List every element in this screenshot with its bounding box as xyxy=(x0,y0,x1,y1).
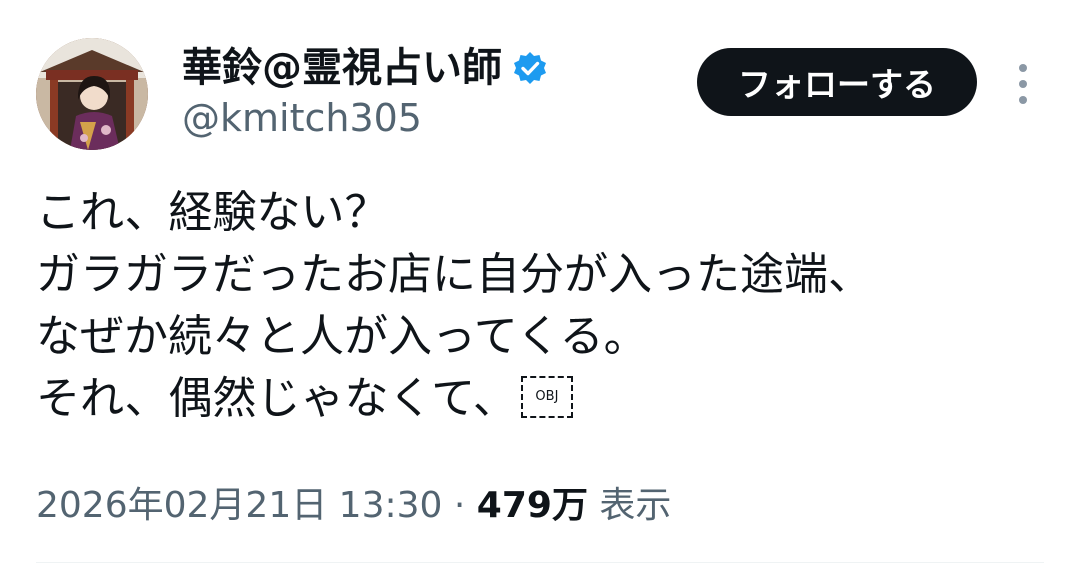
meta-separator: · xyxy=(453,485,466,526)
view-label: 表示 xyxy=(599,485,672,526)
tweet-text: これ、経験ない？ ガラガラだったお店に自分が入った途端、 なぜか続々と人が入って… xyxy=(36,182,1046,430)
author-display-name[interactable]: 華鈴@霊視占い師 xyxy=(182,44,502,92)
more-dot xyxy=(1019,80,1027,88)
tweet-line-last: それ、偶然じゃなくて、 OBJ xyxy=(36,368,1046,430)
avatar-image xyxy=(36,38,148,150)
divider xyxy=(36,562,1044,563)
follow-button[interactable]: フォローする xyxy=(697,48,977,116)
verified-badge-icon xyxy=(514,52,546,84)
tweet-timestamp[interactable]: 2026年02月21日 13:30 xyxy=(36,485,442,526)
tweet-line: これ、経験ない？ xyxy=(36,187,389,238)
view-count: 479万 xyxy=(476,485,588,526)
object-replacement-glyph: OBJ xyxy=(520,376,573,418)
avatar[interactable] xyxy=(36,38,148,150)
author-handle[interactable]: @kmitch305 xyxy=(182,96,422,140)
more-dot xyxy=(1019,96,1027,104)
more-dot xyxy=(1019,64,1027,72)
tweet-card: 華鈴@霊視占い師 @kmitch305 フォローする これ、経験ない？ ガラガラ… xyxy=(0,0,1080,576)
tweet-line-text: それ、偶然じゃなくて、 xyxy=(36,373,517,424)
more-vertical-icon[interactable] xyxy=(1006,60,1040,108)
tweet-line: ガラガラだったお店に自分が入った途端、 xyxy=(36,249,872,300)
tweet-meta: 2026年02月21日 13:30 · 479万 表示 xyxy=(36,482,671,530)
tweet-line: なぜか続々と人が入ってくる。 xyxy=(36,311,648,362)
